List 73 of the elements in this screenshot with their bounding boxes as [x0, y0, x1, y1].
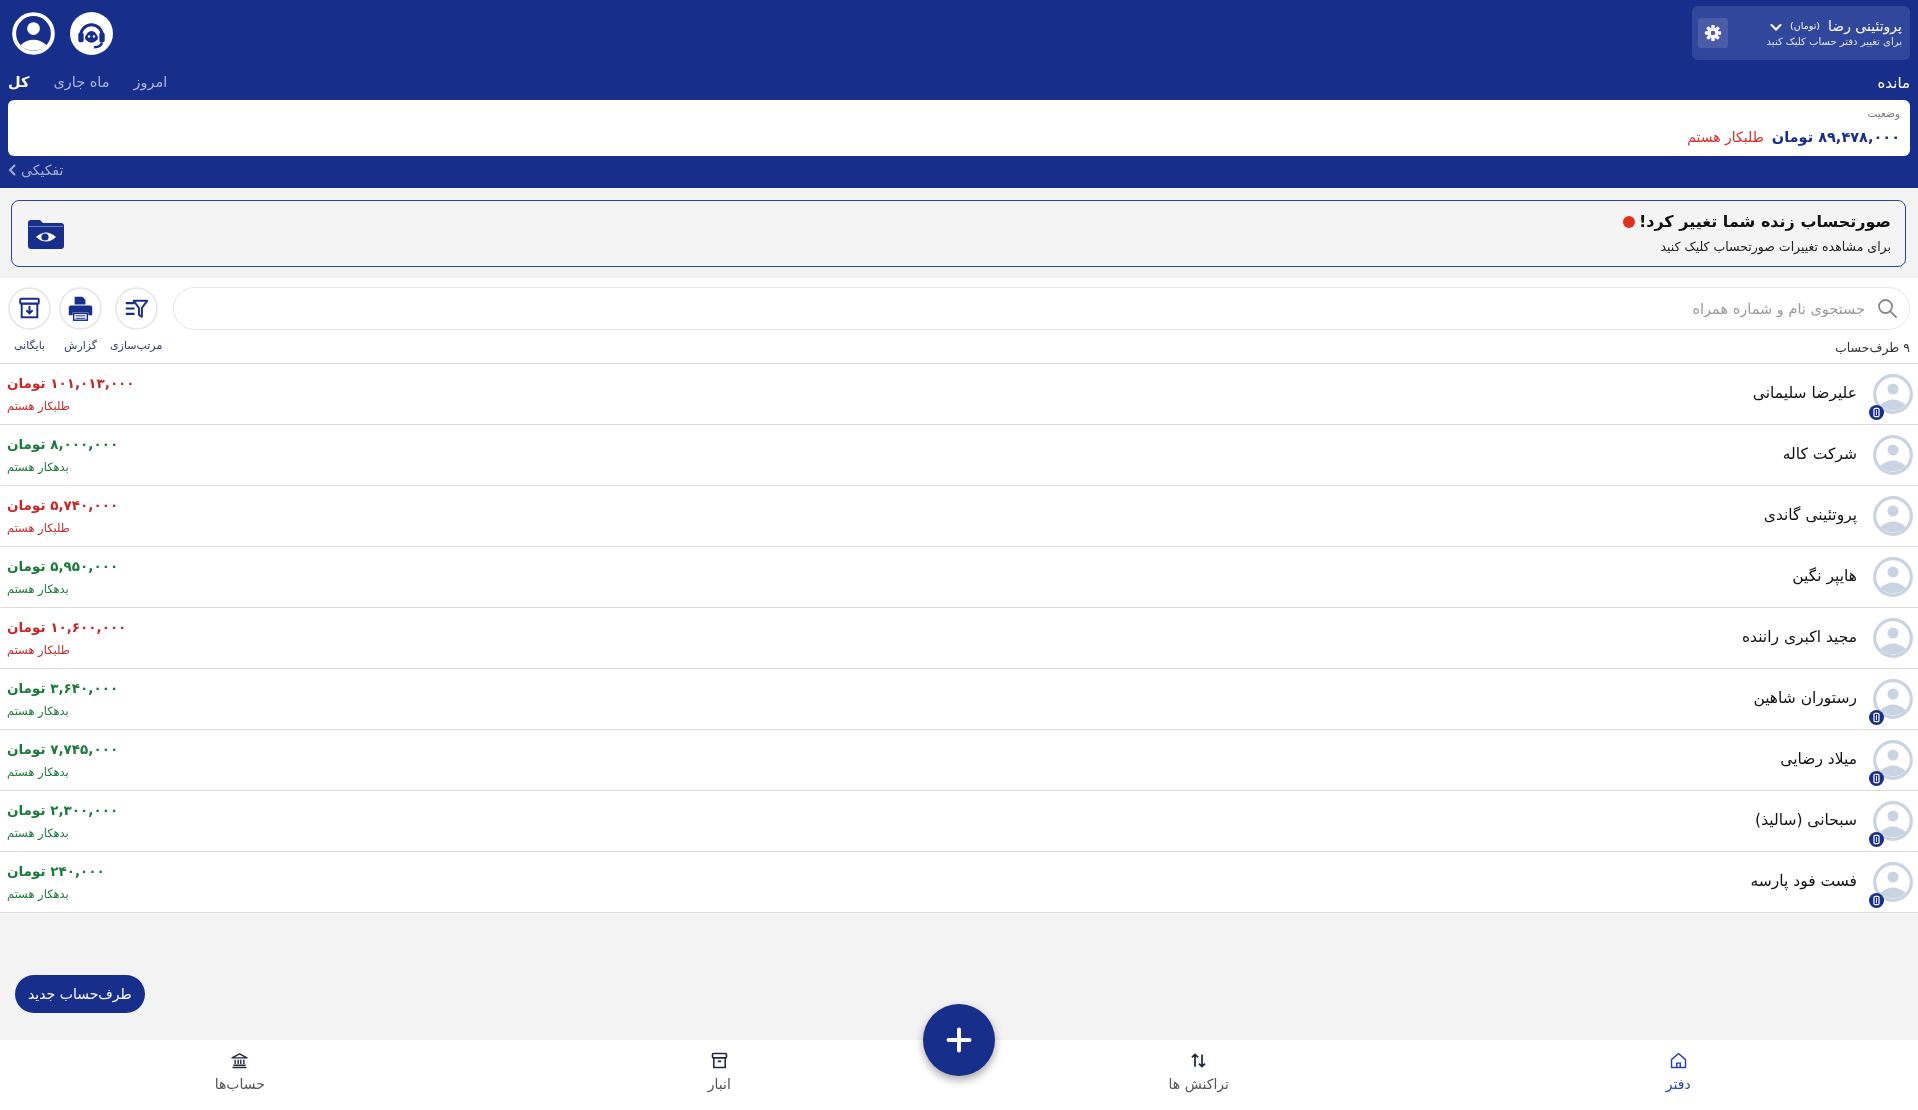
avatar-icon — [1873, 740, 1913, 780]
balance-amount: ۱۰,۶۰۰,۰۰۰ تومان — [7, 618, 127, 638]
gear-icon — [1704, 24, 1722, 42]
headset-icon[interactable] — [70, 12, 113, 55]
folder-eye-icon — [28, 218, 64, 249]
currency-label: (تومان) — [1790, 19, 1820, 34]
balance-amount: ۲,۳۰۰,۰۰۰ تومان — [7, 801, 119, 821]
balance-status: بدهکار هستم — [7, 580, 69, 598]
balance-status: طلبکار هستم — [7, 397, 70, 415]
new-contact-button[interactable]: طرف‌حساب جدید — [15, 975, 145, 1013]
balance-status: بدهکار هستم — [7, 702, 69, 720]
user-icon[interactable] — [12, 12, 55, 55]
banner-title: صورتحساب زنده شما تغییر کرد! — [1638, 211, 1891, 234]
period-tab[interactable]: امروز — [133, 74, 168, 92]
period-tab[interactable]: ماه جاری — [53, 74, 110, 92]
avatar-icon — [1873, 374, 1913, 414]
search-icon — [1877, 298, 1897, 318]
balance-status: بدهکار هستم — [7, 885, 69, 903]
balance-amount: ۲۴۰,۰۰۰ تومان — [7, 862, 105, 882]
contact-name: پروتئینی گاندی — [1763, 505, 1857, 527]
avatar-icon — [1873, 801, 1913, 841]
statement-banner[interactable]: صورتحساب زنده شما تغییر کرد! برای مشاهده تغییرات صورتحساب کلیک کنید — [11, 200, 1906, 267]
contact-name: مجید اکبری راننده — [1741, 627, 1857, 649]
nav-tab[interactable]: انبار — [707, 1040, 731, 1095]
balance-amount: ۷,۷۴۵,۰۰۰ تومان — [7, 740, 119, 760]
avatar-icon — [1873, 557, 1913, 597]
sort-filter-icon — [114, 287, 158, 330]
balance-amount: ۳,۶۴۰,۰۰۰ تومان — [7, 679, 119, 699]
nav-tab[interactable]: حساب‌ها — [214, 1040, 265, 1095]
balance-amount: ۵,۷۴۰,۰۰۰ تومان — [7, 496, 119, 516]
avatar-icon — [1873, 862, 1913, 902]
balance-status: طلبکار هستم — [7, 641, 70, 659]
banner-subtitle: برای مشاهده تغییرات صورتحساب کلیک کنید — [1659, 238, 1891, 257]
balance-status: طلبکار هستم — [7, 519, 70, 537]
balance-status: بدهکار هستم — [7, 824, 69, 842]
balance-status: طلبکار هستم — [1687, 128, 1764, 148]
balance-amount: ۸۹,۴۷۸,۰۰۰ تومان — [1771, 127, 1900, 148]
ledger-hint: برای تغییر دفتر حساب کلیک کنید — [1766, 35, 1902, 49]
archive-box-icon — [8, 287, 51, 330]
breakdown-link[interactable]: تفکیکی — [8, 159, 64, 181]
toolbar-button[interactable]: بایگانی — [8, 287, 51, 355]
contact-name: میلاد رضایی — [1780, 749, 1857, 771]
balance-amount: ۸,۰۰۰,۰۰۰ تومان — [7, 435, 119, 455]
ledger-selector[interactable]: پروتئینی رضا (تومان) برای تغییر دفتر حساب کلیک کنید — [1692, 6, 1910, 60]
contact-name: سبحانی (سالیذ) — [1755, 810, 1857, 832]
balance-amount: ۱۰۱,۰۱۳,۰۰۰ تومان — [7, 374, 135, 394]
nav-tab[interactable]: دفتر — [1665, 1040, 1691, 1095]
plus-icon — [945, 1026, 973, 1054]
balance-label: مانده — [1877, 72, 1910, 94]
contact-name: علیرضا سلیمانی — [1752, 383, 1857, 405]
avatar-icon — [1873, 618, 1913, 658]
chevron-left-icon — [8, 164, 17, 176]
avatar-icon — [1873, 679, 1913, 719]
printer-icon — [59, 287, 102, 330]
toolbar-button[interactable]: گزارش — [59, 287, 102, 355]
status-caption: وضعیت — [1866, 106, 1900, 122]
search-field[interactable]: جستجوی نام و شماره همراه — [173, 287, 1910, 330]
toolbar-button[interactable]: مرتب‌سازی — [110, 287, 163, 355]
avatar-icon — [1873, 435, 1913, 475]
ledger-name: پروتئینی رضا — [1828, 17, 1902, 36]
balance-status: بدهکار هستم — [7, 458, 69, 476]
contact-count: ۹ طرف‌حساب — [1835, 339, 1910, 358]
contact-name: هایپر نگین — [1792, 566, 1857, 588]
contact-name: شرکت کاله — [1782, 444, 1857, 466]
chevron-down-icon — [1770, 21, 1783, 32]
contact-name: فست فود پارسه — [1750, 871, 1857, 893]
avatar-icon — [1873, 496, 1913, 536]
nav-tab[interactable]: تراکنش ها — [1168, 1040, 1229, 1095]
balance-status: بدهکار هستم — [7, 763, 69, 781]
contact-name: رستوران شاهین — [1753, 688, 1857, 710]
balance-amount: ۵,۹۵۰,۰۰۰ تومان — [7, 557, 119, 577]
settings-button[interactable] — [1698, 18, 1728, 48]
period-tab[interactable]: کل — [8, 74, 30, 92]
